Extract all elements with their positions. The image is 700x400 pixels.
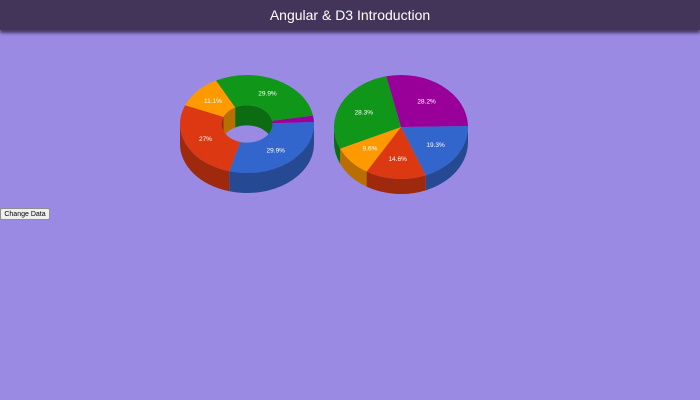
pie-chart: 19.3% 14.6% 9.6% 28.3% 28.2% (334, 75, 468, 194)
slice-label: 29.9% (258, 91, 277, 98)
slice-label: 9.6% (363, 145, 378, 152)
slice-label: 28.2% (417, 99, 436, 106)
slice-label: 28.3% (355, 110, 374, 117)
donut-chart: 29.9% 27% 11.1% 29.9% (179, 75, 314, 193)
slice-label: 27% (199, 136, 212, 143)
slice-label: 29.9% (267, 147, 286, 154)
change-data-button[interactable]: Change Data (0, 208, 50, 220)
slice-label: 11.1% (204, 98, 222, 105)
slice-label: 19.3% (426, 142, 445, 149)
pie-charts: 29.9% 27% 11.1% 29.9% 19.3% 14.6% 9.6% 28.3% 28… (179, 75, 468, 194)
slice-label: 14.6% (388, 156, 407, 163)
